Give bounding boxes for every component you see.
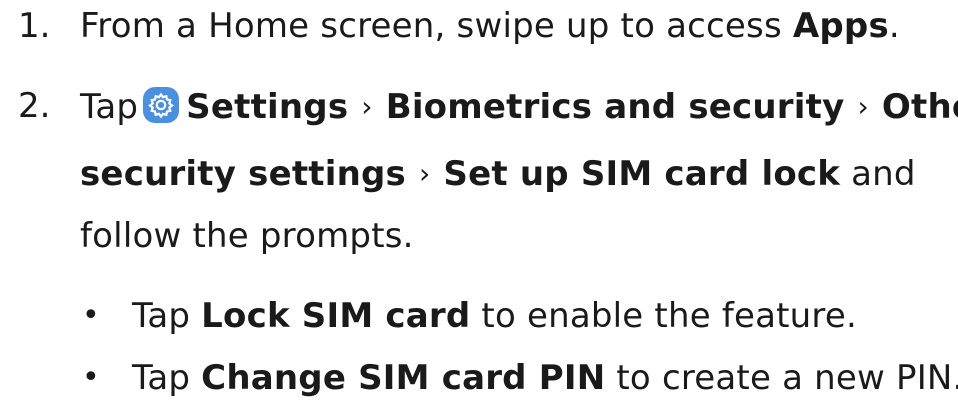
setup-sim-lock-label: Set up SIM card lock (443, 154, 841, 194)
instructions-document: 1. From a Home screen, swipe up to acces… (0, 0, 958, 412)
step-2-line-2: security settings › Set up SIM card lock… (80, 154, 916, 196)
settings-gear-icon (142, 86, 180, 124)
step-2-line-1: Tap Settings › Biometrics and security ›… (80, 86, 958, 129)
bullet-1-text: Tap Lock SIM card to enable the feature. (132, 296, 857, 336)
bullet-2-tap: Tap (132, 358, 202, 398)
change-sim-pin-label: Change SIM card PIN (201, 358, 606, 398)
settings-label: Settings (186, 87, 349, 127)
step-1-text-before: From a Home screen, swipe up to access (80, 6, 793, 46)
step-2-tap: Tap (80, 87, 139, 127)
step-1-text: From a Home screen, swipe up to access A… (80, 6, 900, 46)
step-2-line-3: follow the prompts. (80, 216, 414, 256)
step-1-number: 1. (18, 6, 51, 46)
step-2-number: 2. (18, 86, 51, 126)
apps-label: Apps (792, 6, 889, 46)
path-separator: › (857, 90, 869, 123)
biometrics-label: Biometrics and security (385, 87, 845, 127)
security-settings-label: security settings (80, 154, 406, 194)
other-label: Other (881, 87, 958, 127)
path-separator: › (418, 157, 431, 190)
bullet-2-rest: to create a new PIN. (605, 358, 958, 398)
step-2-and: and (840, 154, 916, 194)
bullet-2-symbol: • (82, 360, 100, 395)
step-1-period: . (888, 6, 900, 46)
lock-sim-card-label: Lock SIM card (201, 296, 471, 336)
bullet-1-symbol: • (82, 298, 100, 333)
path-separator: › (361, 90, 373, 123)
bullet-2-text: Tap Change SIM card PIN to create a new … (132, 358, 958, 398)
bullet-1-rest: to enable the feature. (470, 296, 857, 336)
bullet-1-tap: Tap (132, 296, 202, 336)
